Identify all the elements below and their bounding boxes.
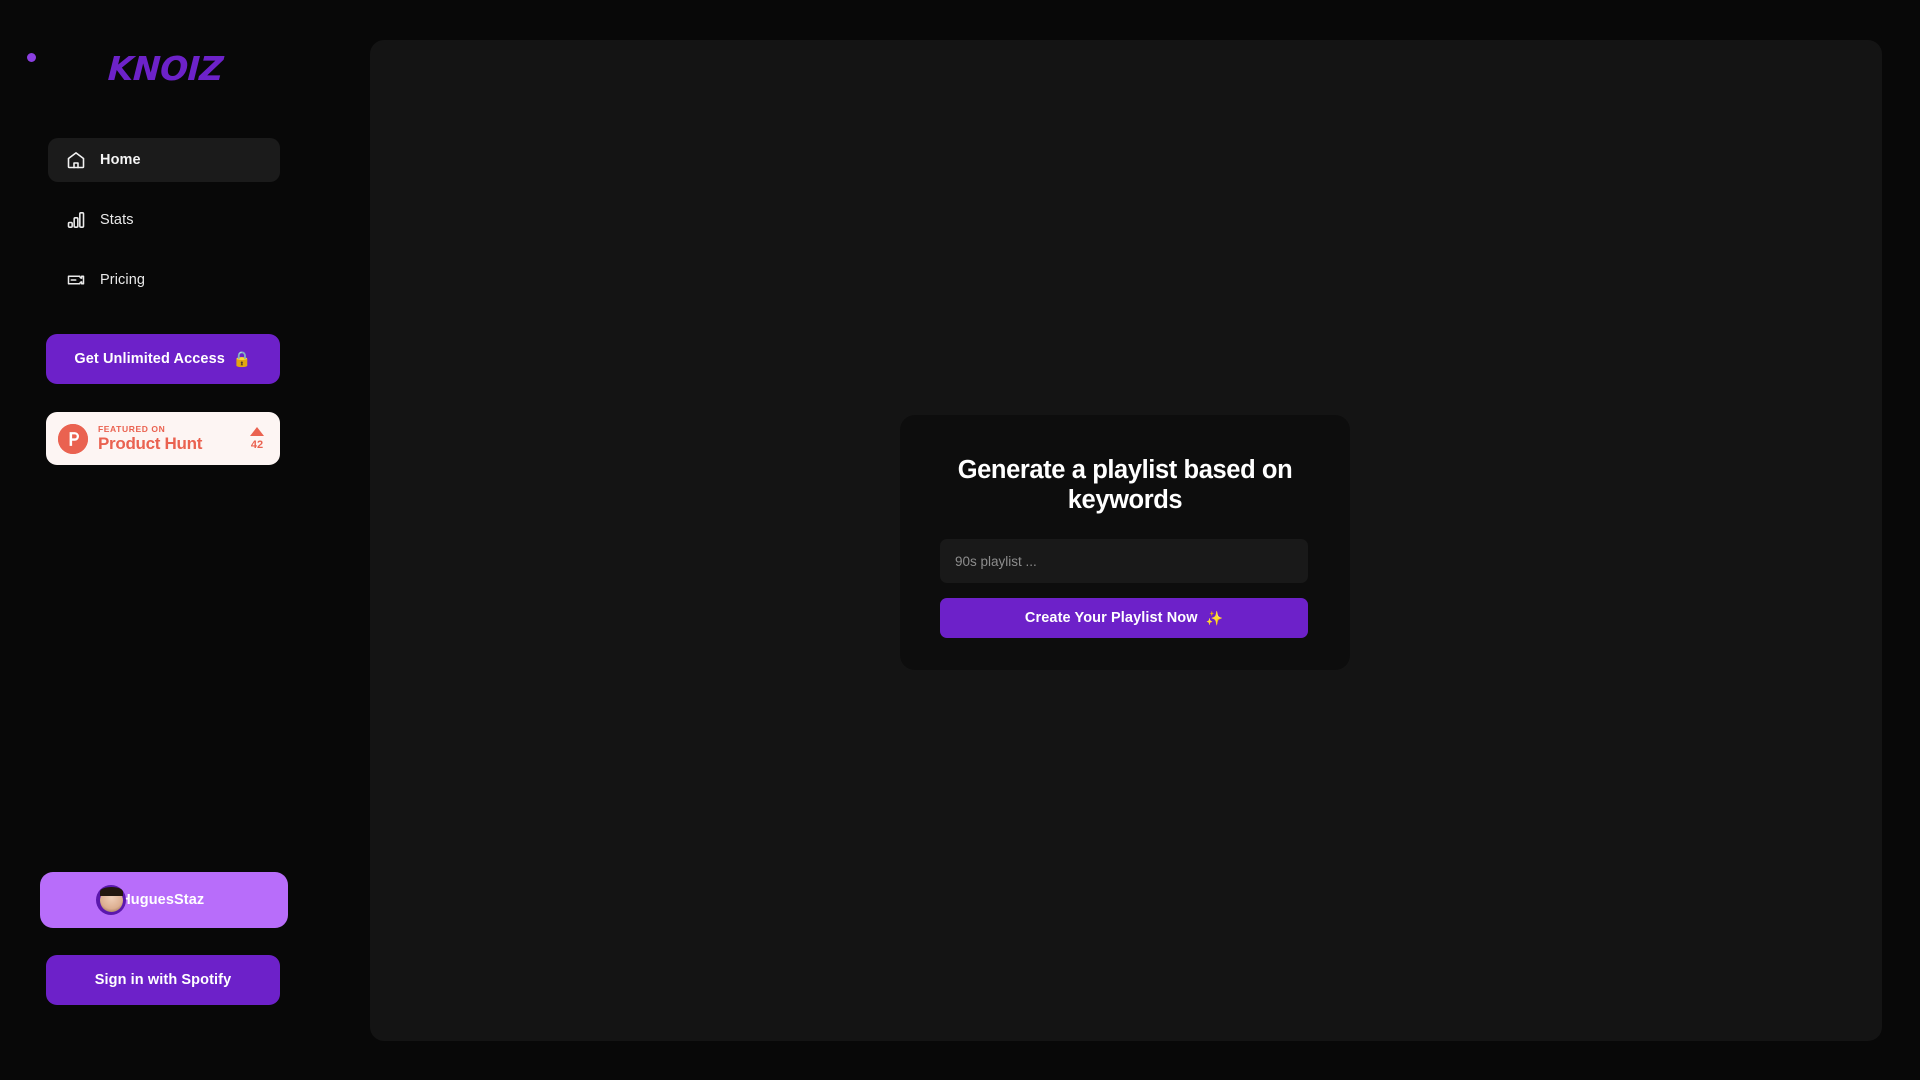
lock-icon: 🔒 <box>232 350 252 368</box>
product-hunt-featured-label: FEATURED ON <box>98 423 166 434</box>
app-logo[interactable]: KNOIZ <box>0 49 330 88</box>
product-hunt-upvote[interactable]: 42 <box>250 426 268 451</box>
product-hunt-upvote-count: 42 <box>250 438 264 451</box>
playlist-generator-card: Generate a playlist based on keywords Cr… <box>900 415 1350 670</box>
ticket-icon <box>66 270 86 290</box>
product-hunt-badge[interactable]: FEATURED ON Product Hunt 42 <box>46 412 280 465</box>
sidebar-item-stats[interactable]: Stats <box>48 198 280 242</box>
product-hunt-logo-icon <box>58 423 88 454</box>
app-logo-text: KNOIZ <box>106 49 224 88</box>
app-root: KNOIZ Home Stats Pricing Get Unlimited A… <box>0 0 1920 1080</box>
sign-in-with-spotify-label: Sign in with Spotify <box>94 972 232 988</box>
bar-chart-icon <box>66 210 86 230</box>
page-title: Generate a playlist based on keywords <box>957 456 1293 515</box>
sign-in-with-spotify-button[interactable]: Sign in with Spotify <box>46 955 280 1005</box>
sidebar: KNOIZ Home Stats Pricing Get Unlimited A… <box>0 0 370 1080</box>
avatar <box>96 885 126 915</box>
create-playlist-label: Create Your Playlist Now <box>1024 610 1198 627</box>
sidebar-item-label: Home <box>100 152 141 168</box>
sidebar-item-home[interactable]: Home <box>48 138 280 182</box>
logo-accent-dot <box>27 53 36 62</box>
sidebar-item-label: Stats <box>100 212 134 228</box>
main-content-panel: Generate a playlist based on keywords Cr… <box>370 40 1882 1041</box>
get-unlimited-access-button[interactable]: Get Unlimited Access 🔒 <box>46 334 280 384</box>
sparkles-icon: ✨ <box>1205 610 1224 627</box>
sidebar-item-pricing[interactable]: Pricing <box>48 258 280 302</box>
create-playlist-button[interactable]: Create Your Playlist Now ✨ <box>940 598 1308 639</box>
sidebar-item-label: Pricing <box>100 272 146 288</box>
get-unlimited-access-label: Get Unlimited Access <box>74 351 225 367</box>
avatar-face-image <box>99 886 123 912</box>
sidebar-nav: Home Stats Pricing <box>48 138 280 318</box>
home-icon <box>66 150 86 170</box>
upvote-arrow-icon <box>250 426 264 436</box>
user-account-pill[interactable]: @HuguesStaz <box>40 872 288 928</box>
product-hunt-text: FEATURED ON Product Hunt <box>98 425 240 453</box>
keywords-input[interactable] <box>940 539 1308 584</box>
product-hunt-name: Product Hunt <box>98 434 203 454</box>
